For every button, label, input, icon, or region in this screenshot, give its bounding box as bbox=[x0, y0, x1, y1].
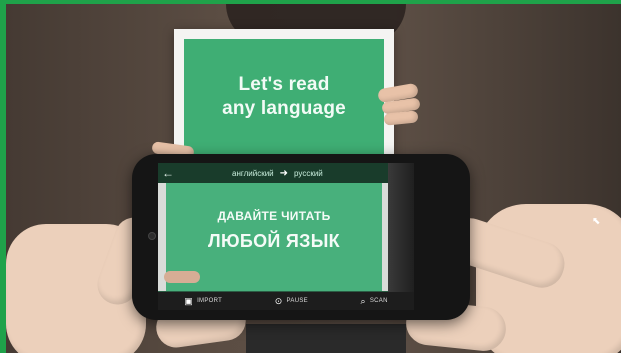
search-scan-icon: ⌕ bbox=[360, 295, 366, 306]
card-text-line1: Let's read bbox=[238, 74, 330, 95]
shadow-area bbox=[246, 324, 406, 353]
arrow-right-icon: ➜ bbox=[279, 167, 289, 179]
image-import-icon: ▣ bbox=[184, 295, 194, 306]
import-label: IMPORT bbox=[197, 298, 223, 304]
scan-label: SCAN bbox=[369, 298, 388, 304]
right-hand-finger bbox=[383, 110, 419, 126]
pause-button[interactable]: ⊙ PAUSE bbox=[275, 296, 308, 307]
translated-text-line1: ДАВАЙТЕ ЧИТАТЬ bbox=[217, 209, 331, 223]
source-language[interactable]: английский bbox=[232, 169, 274, 178]
language-pair[interactable]: английский ➜ русский bbox=[232, 163, 323, 183]
camera-view-hand-left bbox=[164, 271, 200, 283]
card-text-line2: any language bbox=[222, 98, 346, 119]
back-arrow-icon[interactable]: ← bbox=[158, 163, 178, 183]
scan-button[interactable]: ⌕ SCAN bbox=[361, 296, 388, 307]
pause-icon: ⊙ bbox=[274, 295, 283, 306]
target-language[interactable]: русский bbox=[294, 169, 323, 178]
mouse-cursor-icon: ⬉ bbox=[592, 216, 601, 227]
app-bottom-toolbar: ▣ IMPORT ⊙ PAUSE ⌕ SCAN bbox=[158, 292, 414, 310]
import-button[interactable]: ▣ IMPORT bbox=[184, 296, 222, 307]
phone-screen: ДАВАЙТЕ ЧИТАТЬ ЛЮБОЙ ЯЗЫК ← английский ➜… bbox=[158, 163, 414, 310]
translated-text-line2: ЛЮБОЙ ЯЗЫК bbox=[208, 231, 340, 251]
phone-camera-icon bbox=[148, 232, 156, 240]
app-top-bar: ← английский ➜ русский bbox=[158, 163, 414, 183]
pause-label: PAUSE bbox=[286, 298, 308, 304]
phone-side-edge bbox=[388, 163, 414, 310]
